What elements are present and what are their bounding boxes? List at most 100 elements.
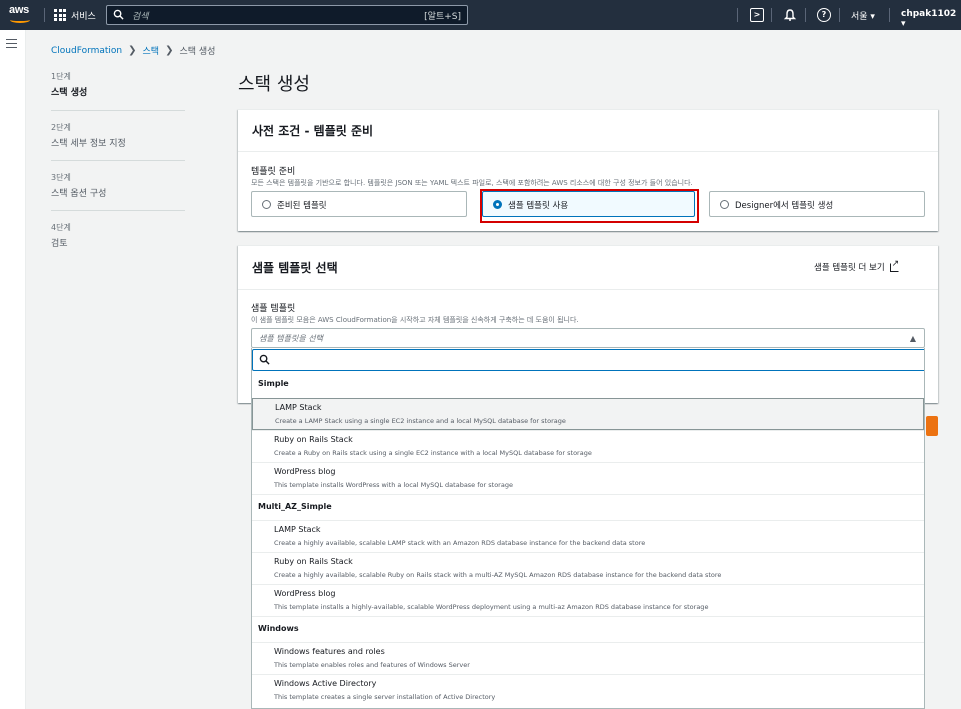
option-description: Create a highly available, scalable Ruby… [274, 571, 722, 579]
radio-button[interactable] [262, 200, 271, 209]
region-selector[interactable]: 서울 ▾ [851, 9, 875, 22]
more-sample-templates-link[interactable]: 샘플 템플릿 더 보기 [814, 259, 899, 274]
group-header-windows: Windows [258, 624, 299, 633]
option-title: Ruby on Rails Stack [274, 435, 353, 444]
dropdown-option[interactable]: Ruby on Rails Stack Create a highly avai… [252, 552, 924, 584]
aws-logo[interactable]: aws [9, 3, 33, 25]
aws-logo-text: aws [9, 4, 29, 16]
menu-icon[interactable] [6, 39, 17, 48]
link-label: 샘플 템플릿 더 보기 [814, 263, 885, 273]
step-divider [51, 110, 185, 111]
dropdown-option[interactable]: Windows Active Directory This template c… [252, 674, 924, 706]
cloudshell-icon[interactable]: > [750, 8, 764, 22]
dropdown-option[interactable]: Ruby on Rails Stack Create a Ruby on Rai… [252, 430, 924, 462]
option-description: Create a highly available, scalable LAMP… [274, 539, 646, 547]
option-description: This template installs WordPress with a … [274, 481, 513, 489]
sample-template-label: 샘플 템플릿 [251, 304, 296, 314]
option-sample-template[interactable]: 샘플 템플릿 사용 [482, 191, 695, 217]
chevron-right-icon: ❯ [128, 45, 137, 56]
external-link-icon [889, 259, 899, 272]
radio-button[interactable] [493, 200, 502, 209]
step-label: 스택 생성 [51, 88, 88, 98]
group-header-simple: Simple [258, 379, 289, 388]
step-number: 4단계 [51, 223, 71, 232]
account-menu[interactable]: chpak1102 ▾ [901, 9, 961, 29]
caret-up-icon: ▲ [909, 334, 916, 343]
option-description: Create a LAMP Stack using a single EC2 i… [275, 417, 566, 425]
option-title: WordPress blog [274, 467, 336, 476]
nav-divider [737, 8, 738, 22]
step-divider [51, 160, 185, 161]
wizard-step-2[interactable]: 2단계 스택 세부 정보 지정 [51, 122, 185, 149]
option-title: LAMP Stack [275, 403, 322, 412]
card-title: 샘플 템플릿 선택 [252, 261, 338, 275]
step-label: 스택 옵션 구성 [51, 189, 107, 199]
option-description: This template creates a single server in… [274, 693, 496, 701]
step-divider [51, 210, 185, 211]
search-icon [113, 9, 124, 20]
aws-smile-icon [10, 17, 30, 23]
step-number: 3단계 [51, 173, 71, 182]
radio-button[interactable] [720, 200, 729, 209]
nav-divider [44, 8, 45, 22]
page-title: 스택 생성 [238, 74, 310, 95]
option-label: 샘플 템플릿 사용 [508, 201, 569, 211]
wizard-step-1: 1단계 스택 생성 [51, 71, 185, 98]
option-title: Windows features and roles [274, 647, 385, 656]
step-label: 검토 [51, 239, 68, 249]
next-button-partial[interactable] [926, 416, 938, 436]
select-placeholder: 샘플 템플릿을 선택 [259, 334, 323, 343]
side-nav-rail [0, 30, 26, 709]
option-description: This template installs a highly-availabl… [274, 603, 709, 611]
top-navigation: aws 서비스 검색 [알트+S] > ? 서울 ▾ chpak1102 ▾ [0, 0, 961, 30]
dropdown-option[interactable]: WordPress blog This template installs Wo… [252, 462, 924, 494]
step-label: 스택 세부 정보 지정 [51, 139, 126, 149]
search-placeholder: 검색 [132, 12, 149, 22]
notifications-bell-icon[interactable] [783, 8, 797, 22]
chevron-right-icon: ❯ [165, 45, 174, 56]
wizard-step-4[interactable]: 4단계 검토 [51, 222, 185, 249]
option-description: This template enables roles and features… [274, 661, 470, 669]
sample-template-select[interactable]: 샘플 템플릿을 선택 ▲ [251, 328, 925, 348]
option-label: Designer에서 템플릿 생성 [735, 201, 834, 211]
search-icon [259, 354, 270, 365]
option-title: LAMP Stack [274, 525, 321, 534]
group-divider [252, 616, 924, 642]
dropdown-option[interactable]: LAMP Stack Create a highly available, sc… [252, 520, 924, 552]
services-menu[interactable]: 서비스 [71, 9, 96, 22]
card-header: 사전 조건 - 템플릿 준비 [238, 110, 938, 152]
breadcrumb-stacks[interactable]: 스택 [143, 44, 160, 57]
sample-template-desc: 이 샘플 템플릿 모음은 AWS CloudFormation을 시작하고 자체… [251, 316, 579, 324]
search-shortcut: [알트+S] [424, 12, 461, 22]
group-header-multi-az: Multi_AZ_Simple [258, 502, 332, 511]
breadcrumb-cloudformation[interactable]: CloudFormation [51, 46, 122, 56]
dropdown-option[interactable]: LAMP Stack Create a LAMP Stack using a s… [252, 398, 924, 430]
option-designer-template[interactable]: Designer에서 템플릿 생성 [709, 191, 925, 217]
option-description: Create a Ruby on Rails stack using a sin… [274, 449, 592, 457]
sample-template-dropdown: Simple LAMP Stack Create a LAMP Stack us… [251, 348, 925, 709]
breadcrumb-current: 스택 생성 [179, 47, 216, 57]
option-title: WordPress blog [274, 589, 336, 598]
step-number: 1단계 [51, 72, 71, 81]
option-title: Ruby on Rails Stack [274, 557, 353, 566]
nav-divider [889, 8, 890, 22]
option-title: Windows Active Directory [274, 679, 377, 688]
group-divider [252, 494, 924, 520]
nav-divider [839, 8, 840, 22]
dropdown-option[interactable]: Windows features and roles This template… [252, 642, 924, 674]
nav-divider [771, 8, 772, 22]
services-grid-icon[interactable] [54, 9, 66, 21]
option-label: 준비된 템플릿 [277, 201, 327, 211]
template-prep-label: 템플릿 준비 [251, 167, 296, 177]
breadcrumb: CloudFormation ❯ 스택 ❯ 스택 생성 [51, 44, 215, 57]
dropdown-search-input[interactable] [252, 349, 924, 371]
step-number: 2단계 [51, 123, 71, 132]
wizard-step-3[interactable]: 3단계 스택 옵션 구성 [51, 172, 185, 199]
dropdown-option[interactable]: WordPress blog This template installs a … [252, 584, 924, 616]
global-search-input[interactable]: 검색 [알트+S] [106, 5, 468, 25]
nav-divider [805, 8, 806, 22]
help-icon[interactable]: ? [817, 8, 831, 22]
option-ready-template[interactable]: 준비된 템플릿 [251, 191, 467, 217]
template-prep-desc: 모든 스택은 템플릿을 기반으로 합니다. 템플릿은 JSON 또는 YAML … [251, 179, 693, 187]
card-title: 사전 조건 - 템플릿 준비 [252, 124, 374, 138]
